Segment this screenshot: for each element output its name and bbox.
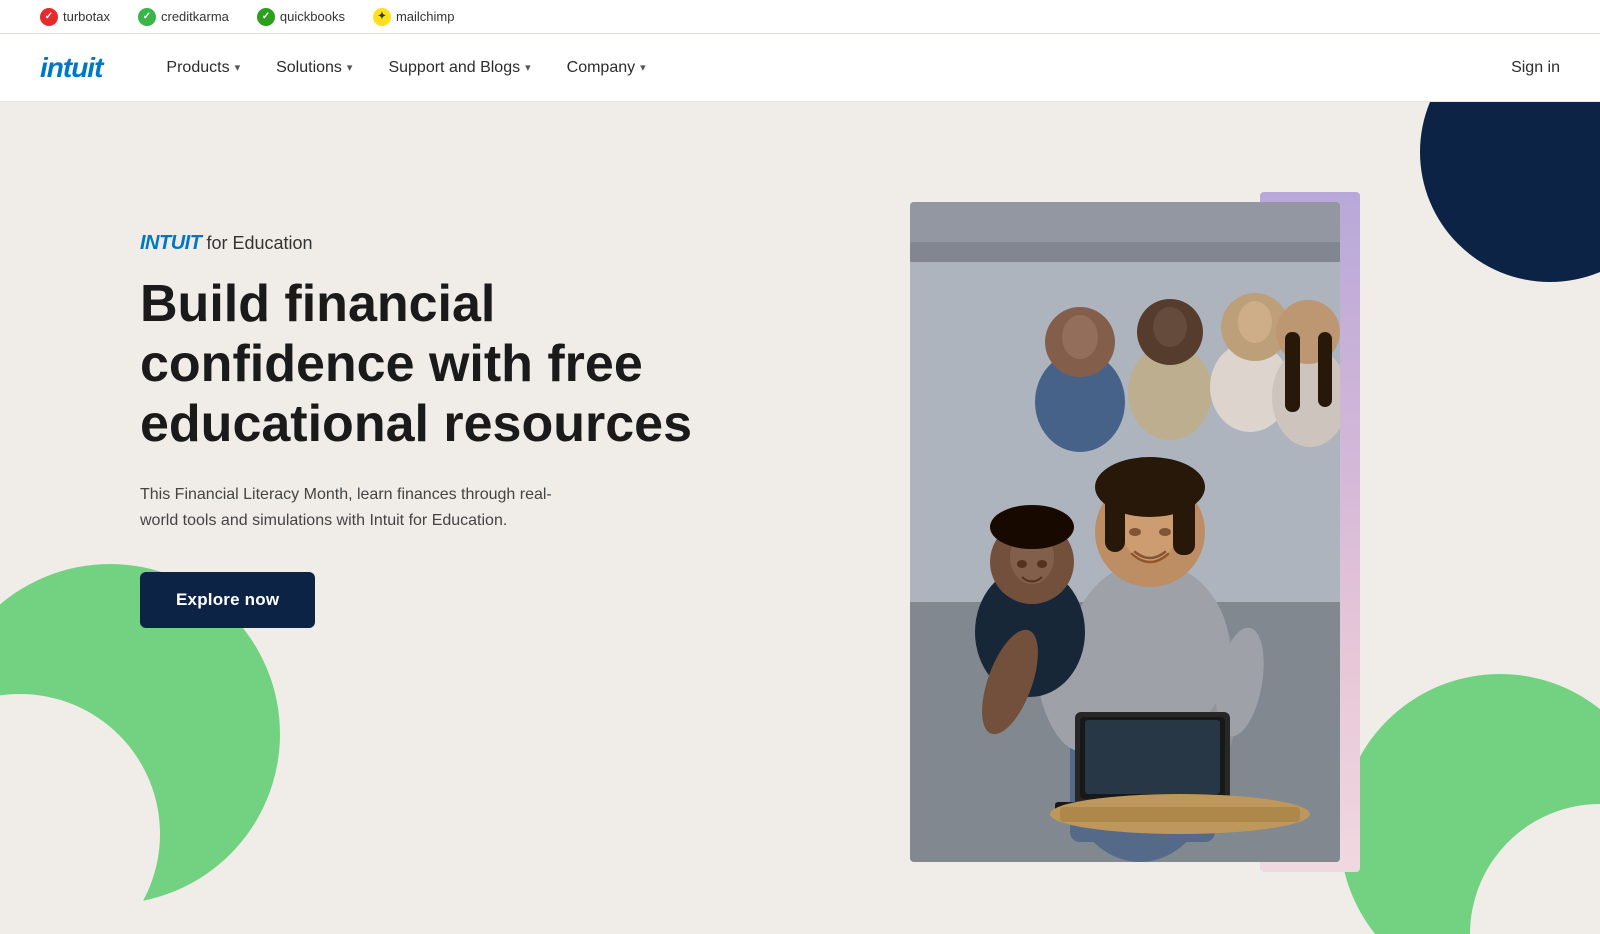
hero-brand-name: INTUIT (140, 232, 201, 254)
quickbooks-label: quickbooks (280, 9, 345, 24)
hero-content: INTUIT for Education Build financial con… (140, 232, 700, 628)
brand-bar: ✓ turbotax ✓ creditkarma ✓ quickbooks ✦ … (0, 0, 1600, 34)
quickbooks-icon: ✓ (257, 8, 275, 26)
nav-links: Products ▾ Solutions ▾ Support and Blogs… (152, 51, 1511, 85)
nav-item-products[interactable]: Products ▾ (152, 51, 254, 85)
hero-subtitle: INTUIT for Education (140, 232, 700, 255)
products-chevron-icon: ▾ (235, 61, 241, 74)
support-chevron-icon: ▾ (525, 61, 531, 74)
hero-image (910, 202, 1340, 862)
nav-item-solutions[interactable]: Solutions ▾ (262, 51, 366, 85)
turbotax-label: turbotax (63, 9, 110, 24)
navbar: intuit Products ▾ Solutions ▾ Support an… (0, 34, 1600, 102)
nav-right: Sign in (1511, 59, 1560, 77)
mailchimp-label: mailchimp (396, 9, 455, 24)
company-chevron-icon: ▾ (640, 61, 646, 74)
logo-text: intuit (40, 52, 102, 84)
circle-dark-top-right (1420, 102, 1600, 282)
mailchimp-icon: ✦ (373, 8, 391, 26)
explore-now-button[interactable]: Explore now (140, 572, 315, 628)
hero-title: Build financial confidence with free edu… (140, 275, 700, 454)
quickbooks-brand[interactable]: ✓ quickbooks (257, 8, 345, 26)
hero-subtitle-text: for Education (201, 233, 312, 253)
hero-section: INTUIT for Education Build financial con… (0, 102, 1600, 934)
creditkarma-icon: ✓ (138, 8, 156, 26)
turbotax-brand[interactable]: ✓ turbotax (40, 8, 110, 26)
creditkarma-label: creditkarma (161, 9, 229, 24)
solutions-chevron-icon: ▾ (347, 61, 353, 74)
nav-support-label: Support and Blogs (388, 59, 520, 77)
creditkarma-brand[interactable]: ✓ creditkarma (138, 8, 229, 26)
mailchimp-brand[interactable]: ✦ mailchimp (373, 8, 455, 26)
hero-description: This Financial Literacy Month, learn fin… (140, 482, 570, 533)
logo[interactable]: intuit (40, 52, 102, 84)
turbotax-icon: ✓ (40, 8, 58, 26)
nav-solutions-label: Solutions (276, 59, 342, 77)
nav-item-company[interactable]: Company ▾ (553, 51, 660, 85)
nav-item-support-blogs[interactable]: Support and Blogs ▾ (374, 51, 544, 85)
sign-in-link[interactable]: Sign in (1511, 59, 1560, 77)
students-illustration (910, 202, 1340, 862)
nav-company-label: Company (567, 59, 635, 77)
nav-products-label: Products (166, 59, 229, 77)
